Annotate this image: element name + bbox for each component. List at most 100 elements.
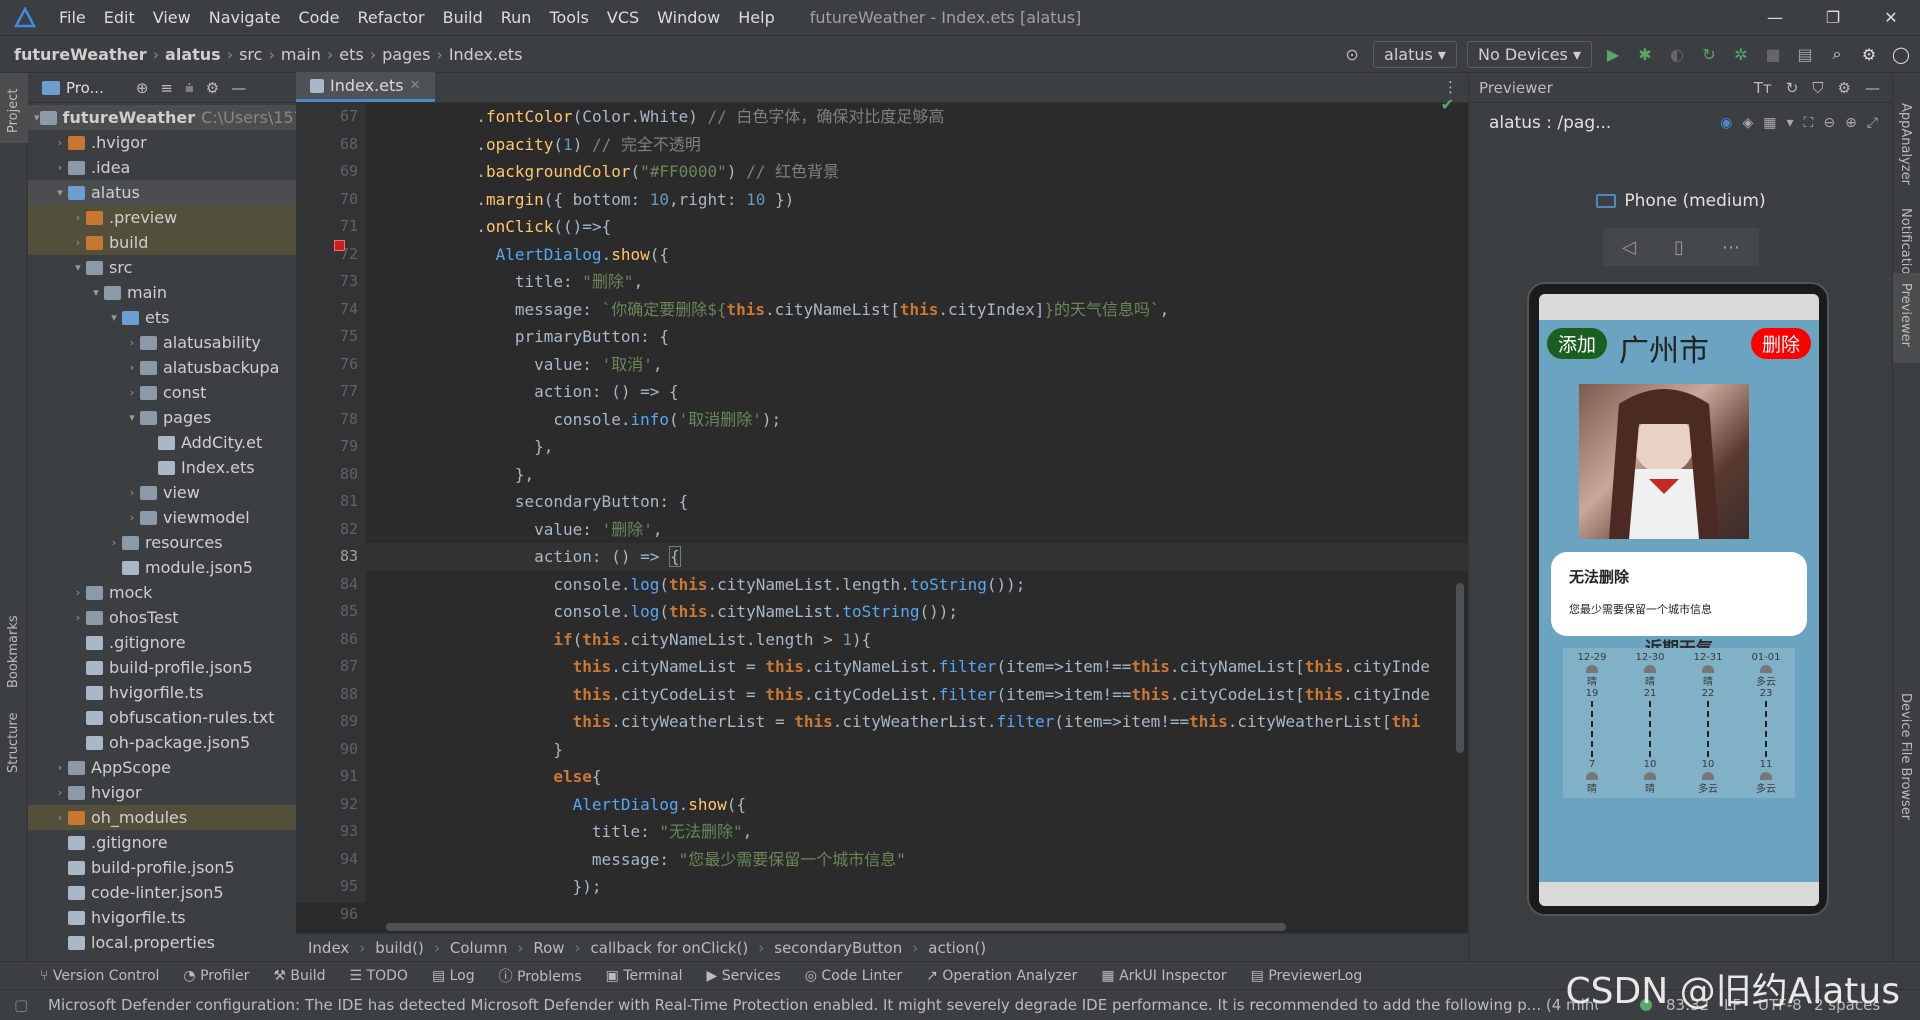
bc-build[interactable]: build() <box>375 939 424 957</box>
breadcrumb-src[interactable]: src <box>239 45 262 64</box>
chevron-down-icon[interactable]: ▾ <box>88 286 104 299</box>
run-icon[interactable]: ▶ <box>1602 43 1624 65</box>
gear-icon[interactable]: ⚙ <box>206 79 219 97</box>
tree-item[interactable]: local.properties <box>28 930 296 955</box>
tree-item[interactable]: ▾ pages <box>28 405 296 430</box>
minimize-icon[interactable]: — <box>1746 0 1804 35</box>
menu-build[interactable]: Build <box>434 8 492 27</box>
zoom-out-icon[interactable]: ⊖ <box>1823 115 1835 131</box>
device-dropdown[interactable]: No Devices ▾ <box>1466 40 1592 68</box>
tree-item[interactable]: build-profile.json5 <box>28 655 296 680</box>
tree-item[interactable]: build-profile.json5 <box>28 855 296 880</box>
close-tab-icon[interactable]: ✕ <box>410 78 421 93</box>
chevron-right-icon[interactable]: › <box>124 336 140 349</box>
tree-item[interactable]: oh-package.json5 <box>28 730 296 755</box>
tree-item[interactable]: .gitignore <box>28 830 296 855</box>
grid-icon[interactable]: ▦ <box>1763 115 1776 131</box>
chevron-right-icon[interactable]: › <box>70 611 86 624</box>
tree-item[interactable]: › ohosTest <box>28 605 296 630</box>
refresh-icon[interactable]: ↻ <box>1786 79 1799 97</box>
chevron-down-icon[interactable]: ▾ <box>1786 115 1793 131</box>
tree-item[interactable]: module.json5 <box>28 555 296 580</box>
expand-all-icon[interactable]: ≡ <box>160 79 173 97</box>
bc-action[interactable]: action() <box>928 939 986 957</box>
page-selector[interactable]: alatus : /pag... <box>1489 113 1611 133</box>
more-tabs-icon[interactable]: ⋮ <box>1443 78 1458 96</box>
bookmarks-tool-label[interactable]: Bookmarks <box>6 615 21 688</box>
hide-panel-icon[interactable]: — <box>1865 79 1880 97</box>
locate-icon[interactable]: ⊕ <box>136 79 149 97</box>
tree-item[interactable]: ▾ ets <box>28 305 296 330</box>
tree-item[interactable]: › hvigor <box>28 780 296 805</box>
appanalyzer-tool-label[interactable]: AppAnalyzer <box>1898 103 1913 185</box>
tree-item[interactable]: ▾ main <box>28 280 296 305</box>
rotate-icon[interactable]: ▯ <box>1674 237 1684 258</box>
chevron-down-icon[interactable]: ▾ <box>106 311 122 324</box>
tree-item[interactable]: obfuscation-rules.txt <box>28 705 296 730</box>
attach-debugger-icon[interactable]: ✲ <box>1730 43 1752 65</box>
account-icon[interactable]: ◯ <box>1890 43 1912 65</box>
vertical-scrollbar[interactable] <box>1456 583 1464 753</box>
build-button[interactable]: ⚒ Build <box>273 968 325 984</box>
tree-item[interactable]: .gitignore <box>28 630 296 655</box>
problems-button[interactable]: ⓘ Problems <box>499 966 582 986</box>
tree-item[interactable]: ▾ src <box>28 255 296 280</box>
previewer-tool-button[interactable]: Previewer <box>1893 273 1920 363</box>
tree-item[interactable]: › alatusbackupa <box>28 355 296 380</box>
profile-icon[interactable]: ◐ <box>1666 43 1688 65</box>
layers-icon[interactable]: ◈ <box>1742 115 1753 131</box>
chevron-right-icon[interactable]: › <box>124 386 140 399</box>
chevron-down-icon[interactable]: ▾ <box>34 111 40 124</box>
breadcrumb-module[interactable]: alatus <box>165 45 221 64</box>
operation-analyzer-button[interactable]: ↗ Operation Analyzer <box>926 968 1077 984</box>
tree-item[interactable]: › .preview <box>28 205 296 230</box>
tree-item[interactable]: Index.ets <box>28 455 296 480</box>
chevron-right-icon[interactable]: › <box>124 361 140 374</box>
chevron-down-icon[interactable]: ▾ <box>52 186 68 199</box>
tree-item[interactable]: ▾ futureWeather C:\Users\157 <box>28 105 296 130</box>
breadcrumb-project[interactable]: futureWeather <box>14 45 147 64</box>
collapse-all-icon[interactable]: ⩧ <box>185 79 194 97</box>
status-toggle-icon[interactable]: ▢ <box>14 996 28 1014</box>
stop-icon[interactable]: ■ <box>1762 43 1784 65</box>
project-structure-icon[interactable]: ▤ <box>1794 43 1816 65</box>
chevron-right-icon[interactable]: › <box>52 136 68 149</box>
fit-icon[interactable]: ⤢ <box>1867 115 1878 131</box>
menu-view[interactable]: View <box>144 8 200 27</box>
previewerlog-button[interactable]: ▤ PreviewerLog <box>1251 968 1363 984</box>
menu-edit[interactable]: Edit <box>95 8 144 27</box>
tree-item[interactable]: code-linter.json5 <box>28 880 296 905</box>
tree-item[interactable]: › .hvigor <box>28 130 296 155</box>
menu-refactor[interactable]: Refactor <box>348 8 433 27</box>
bc-onclick[interactable]: callback for onClick() <box>591 939 749 957</box>
breakpoint-marker[interactable] <box>334 240 345 251</box>
menu-code[interactable]: Code <box>290 8 349 27</box>
tree-item[interactable]: › const <box>28 380 296 405</box>
terminal-button[interactable]: ▣ Terminal <box>606 968 683 984</box>
services-button[interactable]: ▶ Services <box>706 968 780 984</box>
todo-button[interactable]: ☰ TODO <box>350 968 408 984</box>
chevron-right-icon[interactable]: › <box>124 486 140 499</box>
chevron-right-icon[interactable]: › <box>52 761 68 774</box>
restore-icon[interactable]: ❐ <box>1804 0 1862 35</box>
tab-index-ets[interactable]: Index.ets ✕ <box>296 72 435 102</box>
add-city-button[interactable]: 添加 <box>1547 328 1608 359</box>
tree-item[interactable]: hvigorfile.ts <box>28 680 296 705</box>
breadcrumb-file[interactable]: Index.ets <box>449 45 523 64</box>
version-control-button[interactable]: ⑂ Version Control <box>40 968 159 984</box>
zoom-in-icon[interactable]: ⊕ <box>1845 115 1857 131</box>
chevron-down-icon[interactable]: ▾ <box>70 261 86 274</box>
hide-panel-icon[interactable]: — <box>231 79 246 97</box>
font-size-icon[interactable]: Tт <box>1754 79 1772 97</box>
breadcrumb-ets[interactable]: ets <box>339 45 363 64</box>
tree-item[interactable]: › mock <box>28 580 296 605</box>
chevron-right-icon[interactable]: › <box>70 211 86 224</box>
chevron-right-icon[interactable]: › <box>124 511 140 524</box>
settings-icon[interactable]: ⚙ <box>1858 43 1880 65</box>
project-tool-button[interactable]: Project <box>0 73 28 143</box>
menu-file[interactable]: File <box>50 8 95 27</box>
tree-item[interactable]: hvigorfile.ts <box>28 905 296 930</box>
menu-tools[interactable]: Tools <box>540 8 597 27</box>
module-dropdown[interactable]: alatus ▾ <box>1373 40 1457 68</box>
tree-item[interactable]: ▾ alatus <box>28 180 296 205</box>
